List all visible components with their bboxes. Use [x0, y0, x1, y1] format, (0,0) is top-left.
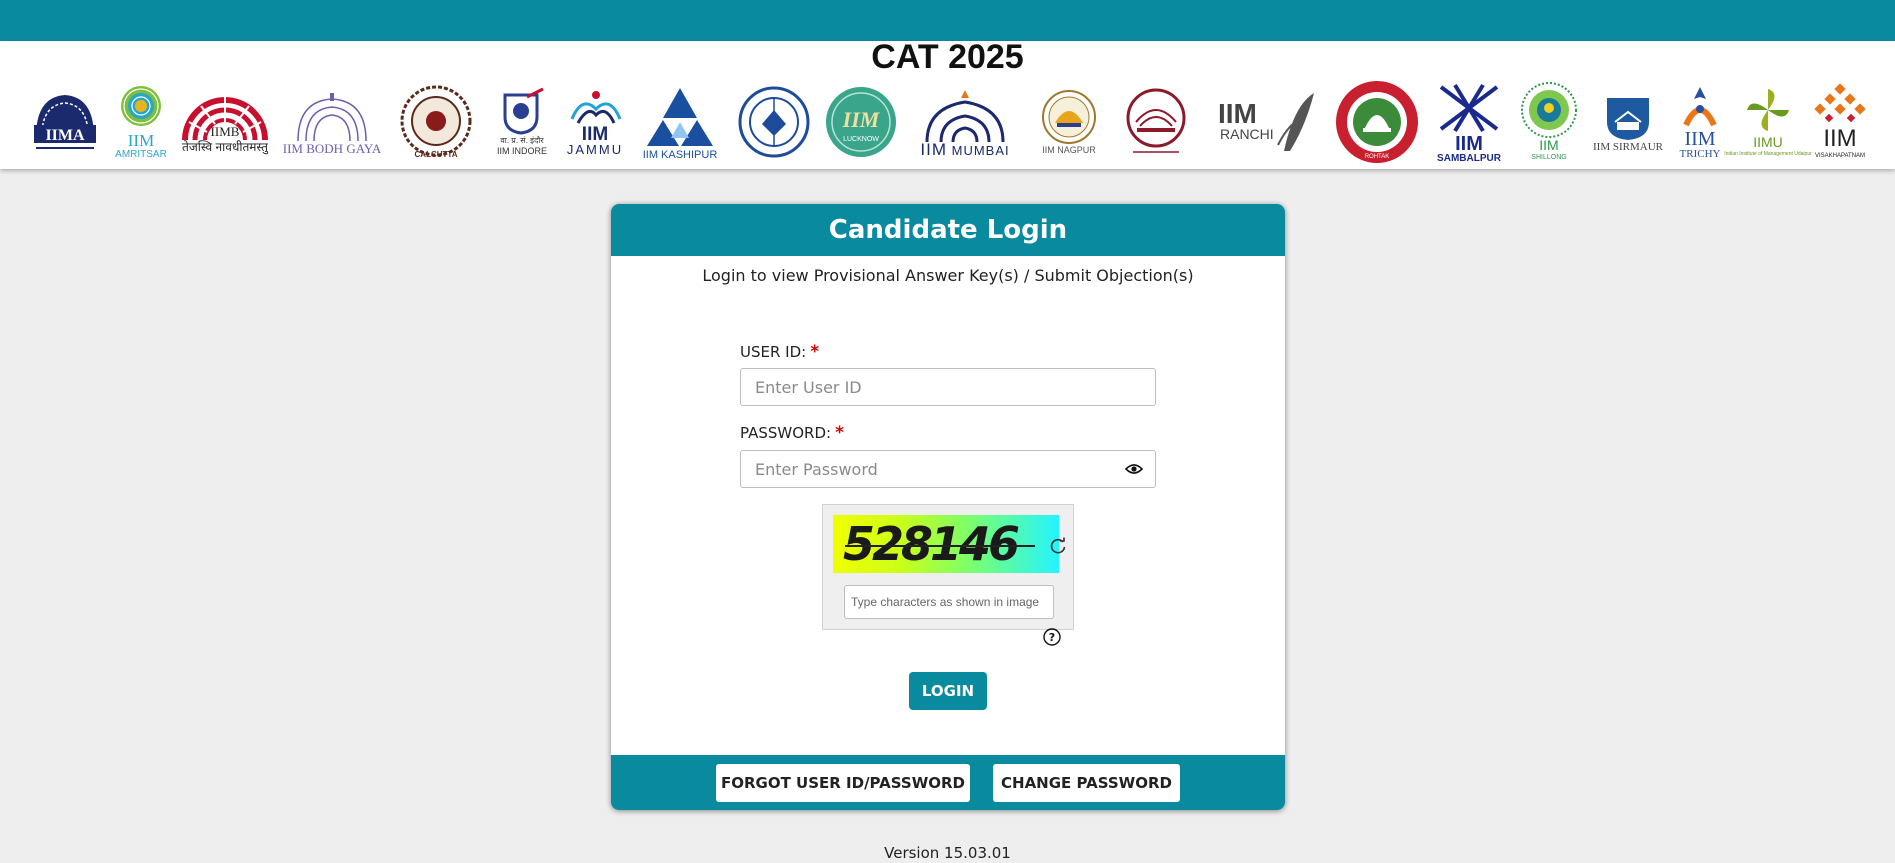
- user-id-input[interactable]: [740, 368, 1156, 406]
- iim-lucknow-logo: IIM LUCKNOW: [820, 77, 902, 167]
- iim-sambalpur-logo: IIM SAMBALPUR: [1430, 77, 1508, 167]
- captcha-input[interactable]: [844, 585, 1054, 619]
- svg-text:IIMA: IIMA: [45, 127, 85, 144]
- forgot-credentials-button[interactable]: FORGOT USER ID/PASSWORD: [716, 764, 970, 802]
- iim-nagpur-logo: IIM NAGPUR: [1036, 77, 1102, 167]
- iim-visakhapatnam-logo: IIM VISAKHAPATNAM: [1806, 77, 1874, 167]
- captcha-strike: [845, 545, 1035, 547]
- login-button[interactable]: LOGIN: [909, 672, 987, 710]
- iim-raipur-logo: [1122, 77, 1190, 167]
- version-text: Version 15.03.01: [884, 844, 1011, 862]
- institute-logos: IIMA IIM AMRITSAR IIMB तेजस्वि नावधीतमस्…: [0, 77, 1895, 167]
- svg-text:LUCKNOW: LUCKNOW: [843, 136, 879, 143]
- change-password-button[interactable]: CHANGE PASSWORD: [993, 764, 1180, 802]
- login-card-footer: FORGOT USER ID/PASSWORD CHANGE PASSWORD: [611, 755, 1285, 810]
- iim-ranchi-logo: IIM RANCHI: [1214, 77, 1320, 167]
- iim-sirmaur-logo: IIM SIRMAUR: [1586, 77, 1670, 167]
- top-bar: [0, 0, 1895, 41]
- login-subtitle: Login to view Provisional Answer Key(s) …: [702, 266, 1194, 285]
- svg-text:IIMB: IIMB: [211, 124, 240, 139]
- iim-rohtak-logo: ROHTAK: [1334, 77, 1420, 167]
- iim-kozhikode-logo: [736, 77, 812, 167]
- iim-calcutta-logo: CALCUTTA: [394, 77, 478, 167]
- iim-bodh-gaya-logo: IIM BODH GAYA: [283, 77, 381, 167]
- svg-text:?: ?: [1049, 631, 1055, 644]
- iim-udaipur-logo: IIMU Indian Institute of Management Udai…: [1724, 77, 1812, 167]
- iim-mumbai-logo: IIM MUMBAI: [916, 77, 1014, 167]
- svg-text:ROHTAK: ROHTAK: [1365, 154, 1390, 160]
- iim-indore-logo: वा. प्र. सं. इंदौर IIM INDORE: [494, 77, 550, 167]
- captcha-text: 528146: [843, 517, 1020, 571]
- login-card: Candidate Login Login to view Provisiona…: [611, 204, 1285, 810]
- iim-kashipur-logo: IIM KASHIPUR: [641, 77, 719, 167]
- iim-trichy-logo: IIM TRICHY: [1676, 77, 1724, 167]
- iim-amritsar-logo: IIM AMRITSAR: [113, 77, 169, 167]
- required-mark: *: [835, 423, 844, 443]
- svg-text:RANCHI: RANCHI: [1220, 126, 1274, 142]
- svg-text:IIM: IIM: [842, 107, 881, 132]
- iimb-logo: IIMB तेजस्वि नावधीतमस्तु: [180, 77, 270, 167]
- required-mark: *: [810, 342, 820, 362]
- page-title: CAT 2025: [871, 38, 1024, 76]
- iim-shillong-logo: IIM SHILLONG: [1517, 77, 1581, 167]
- captcha-box: 528146: [822, 504, 1074, 630]
- iima-logo: IIMA: [30, 77, 100, 167]
- svg-text:CALCUTTA: CALCUTTA: [415, 150, 458, 159]
- password-input[interactable]: [740, 450, 1156, 488]
- iim-jammu-logo: IIM JAMMU: [564, 77, 626, 167]
- password-label: PASSWORD: *: [740, 423, 844, 443]
- user-id-label: USER ID: *: [740, 342, 820, 362]
- svg-text:IIM: IIM: [1218, 98, 1257, 129]
- header: CAT 2025 IIMA IIM AMRITSAR IIMB तेजस्वि …: [0, 38, 1895, 169]
- login-title: Candidate Login: [611, 204, 1285, 256]
- help-icon[interactable]: ?: [1043, 628, 1061, 646]
- eye-icon[interactable]: [1125, 463, 1143, 475]
- captcha-image: 528146: [833, 515, 1059, 573]
- refresh-icon[interactable]: [1049, 537, 1067, 555]
